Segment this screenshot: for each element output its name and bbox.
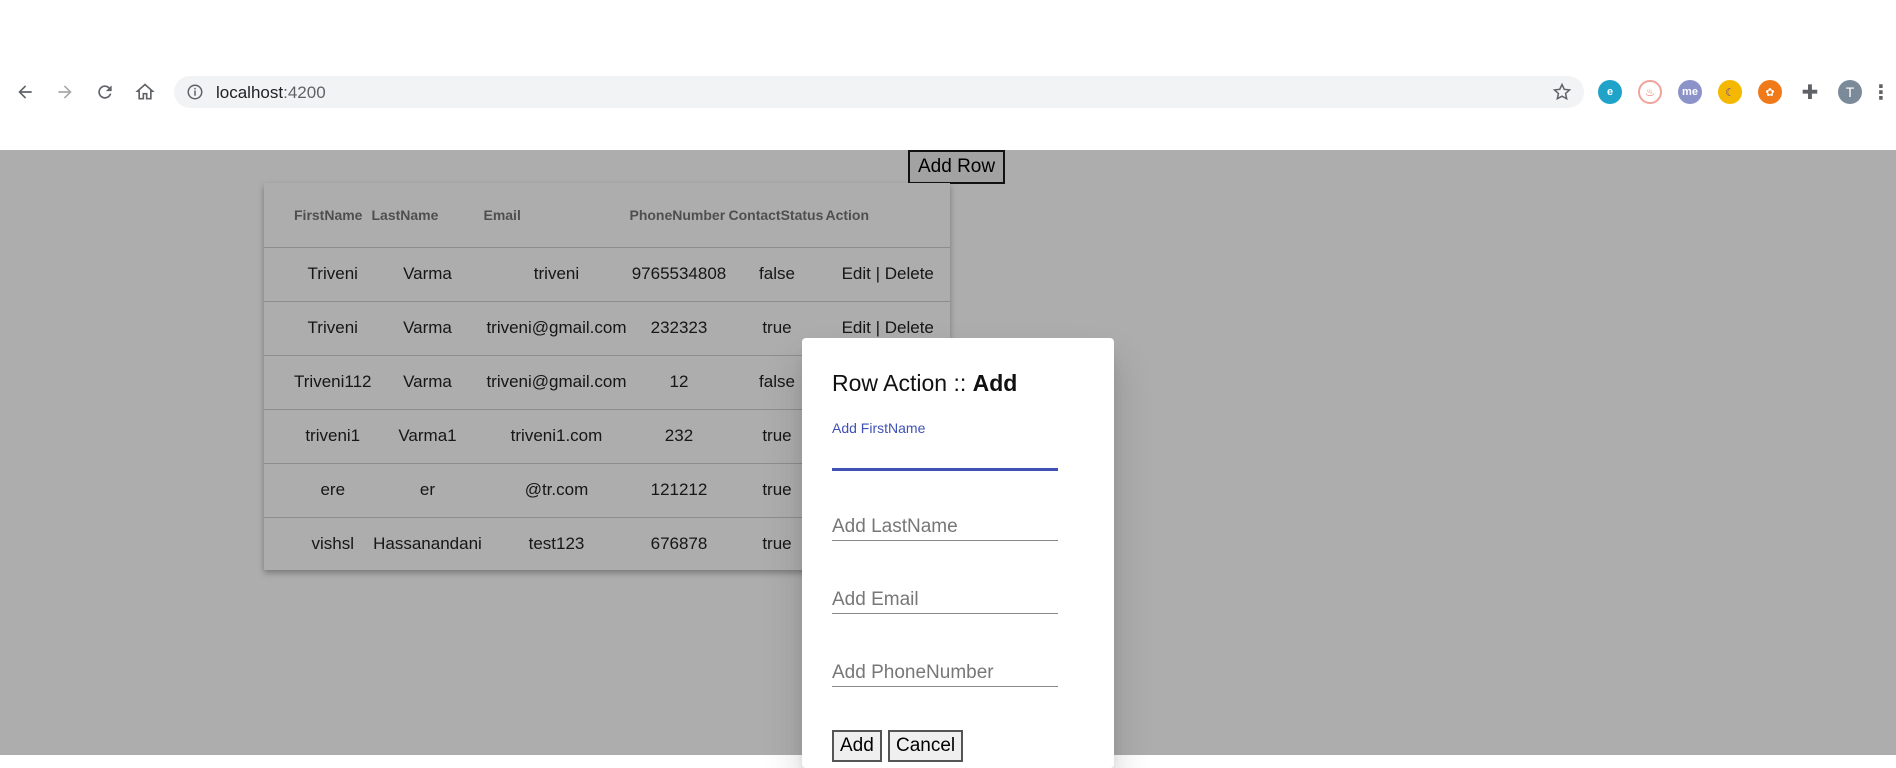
- add-button[interactable]: Add: [832, 730, 882, 762]
- forward-icon[interactable]: [51, 78, 79, 106]
- orange-extension-icon[interactable]: ✿: [1758, 80, 1782, 104]
- row-action-dialog: Row Action :: Add Add FirstName Add Canc…: [802, 338, 1114, 768]
- menu-more-icon[interactable]: ⋮: [1871, 80, 1891, 104]
- url-port: :4200: [283, 83, 326, 102]
- phonenumber-input[interactable]: [832, 660, 1058, 686]
- edge-extension-icon[interactable]: e: [1598, 80, 1622, 104]
- home-icon[interactable]: [131, 78, 159, 106]
- me-extension-icon[interactable]: me: [1678, 80, 1702, 104]
- dialog-title: Row Action :: Add: [832, 370, 1017, 397]
- reload-icon[interactable]: [91, 78, 119, 106]
- back-icon[interactable]: [11, 78, 39, 106]
- lastname-underline: [832, 540, 1058, 541]
- puzzle-extensions-icon[interactable]: ✚: [1798, 80, 1822, 104]
- browser-toolbar: localhost:4200 e ♨ me ☾ ✿ ✚ T ⋮: [0, 74, 1896, 110]
- cancel-button[interactable]: Cancel: [888, 730, 964, 762]
- email-field: [832, 587, 1058, 614]
- profile-avatar[interactable]: T: [1838, 80, 1862, 104]
- info-icon[interactable]: [186, 83, 204, 101]
- url-host: localhost: [216, 83, 284, 102]
- url-text: localhost:4200: [216, 83, 326, 103]
- firstname-underline: [832, 468, 1058, 471]
- moon-extension-icon[interactable]: ☾: [1718, 80, 1742, 104]
- bookmark-star-icon[interactable]: [1552, 82, 1572, 102]
- browser-chrome: localhost:4200 e ♨ me ☾ ✿ ✚ T ⋮: [0, 0, 1896, 150]
- address-bar[interactable]: localhost:4200: [174, 76, 1584, 108]
- dialog-title-prefix: Row Action ::: [832, 370, 973, 396]
- lastname-input[interactable]: [832, 514, 1058, 540]
- firstname-label: Add FirstName: [832, 420, 926, 436]
- flame-extension-icon[interactable]: ♨: [1638, 80, 1662, 104]
- firstname-field: Add FirstName: [832, 420, 1058, 471]
- lastname-field: [832, 514, 1058, 541]
- phone-underline: [832, 686, 1058, 687]
- firstname-input[interactable]: [832, 442, 1058, 468]
- email-input[interactable]: [832, 587, 1058, 613]
- dialog-title-action: Add: [972, 370, 1018, 396]
- email-underline: [832, 613, 1058, 614]
- phone-field: [832, 660, 1058, 687]
